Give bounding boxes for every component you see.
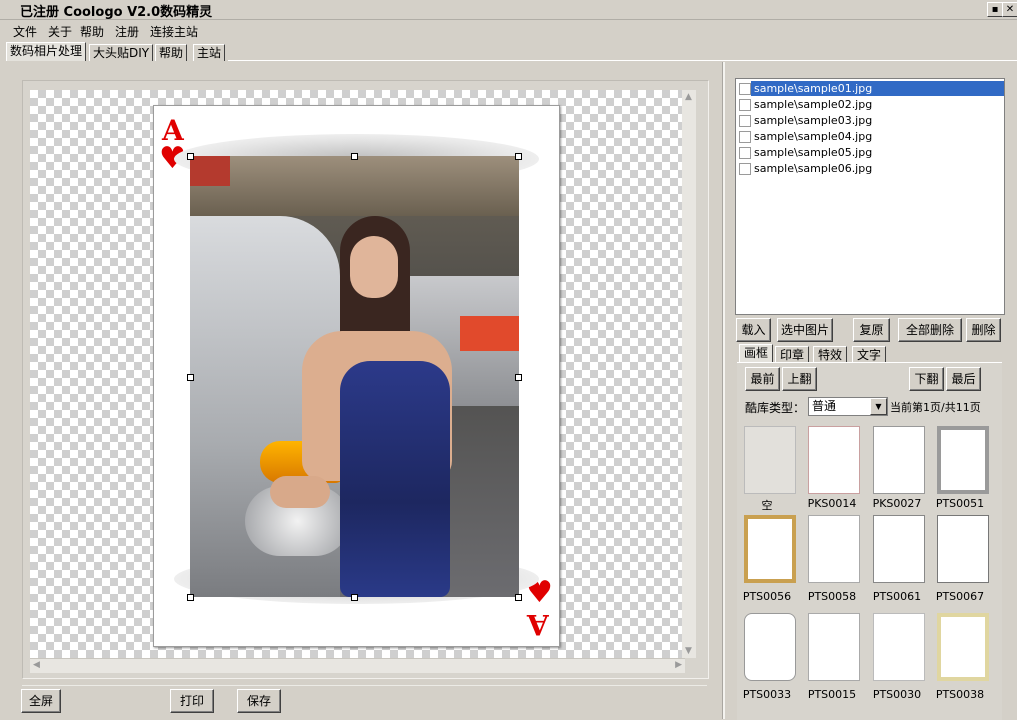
thumbnail-label: PTS0067 xyxy=(935,590,985,603)
title-bar: 已注册 Coologo V2.0数码精灵 ▪ ✕ xyxy=(0,0,1017,20)
photo-image[interactable] xyxy=(190,156,519,597)
file-name: sample\sample02.jpg xyxy=(754,98,873,111)
window-title: 已注册 Coologo V2.0数码精灵 xyxy=(20,5,213,20)
print-button[interactable]: 打印 xyxy=(170,689,214,713)
tab-stamp[interactable]: 印章 xyxy=(775,346,810,363)
resize-handle[interactable] xyxy=(351,153,358,160)
frame-thumbnail[interactable] xyxy=(808,426,860,494)
list-item[interactable]: sample\sample03.jpg xyxy=(736,113,1002,128)
frame-thumbnail[interactable] xyxy=(808,613,860,681)
checkbox[interactable] xyxy=(739,147,751,159)
delete-button[interactable]: 删除 xyxy=(966,318,1001,342)
list-item[interactable]: sample\sample04.jpg xyxy=(736,129,1002,144)
prev-page-button[interactable]: 上翻 xyxy=(782,367,817,391)
tab-main-site[interactable]: 主站 xyxy=(193,44,226,61)
tab-help[interactable]: 帮助 xyxy=(155,44,188,61)
file-name: sample\sample05.jpg xyxy=(754,146,873,159)
thumbnail-label: 空 xyxy=(761,499,773,512)
resize-handle[interactable] xyxy=(515,374,522,381)
frame-thumbnail[interactable] xyxy=(873,515,925,583)
vertical-scrollbar[interactable]: ▲ ▼ xyxy=(682,90,696,658)
next-page-button[interactable]: 下翻 xyxy=(909,367,944,391)
fullscreen-button[interactable]: 全屏 xyxy=(21,689,61,713)
frame-thumbnail[interactable] xyxy=(873,613,925,681)
delete-all-button[interactable]: 全部删除 xyxy=(898,318,962,342)
resize-handle[interactable] xyxy=(515,153,522,160)
thumbnail-label: PTS0038 xyxy=(935,688,985,701)
resize-handle[interactable] xyxy=(187,153,194,160)
menu-connect-site[interactable]: 连接主站 xyxy=(150,23,198,40)
frame-thumbnail[interactable] xyxy=(937,613,989,681)
resize-handle[interactable] xyxy=(515,594,522,601)
list-item[interactable]: sample\sample06.jpg xyxy=(736,161,1002,176)
menu-file[interactable]: 文件 xyxy=(13,23,37,40)
checkbox[interactable] xyxy=(739,99,751,111)
scroll-up-icon[interactable]: ▲ xyxy=(685,92,692,102)
menu-register[interactable]: 注册 xyxy=(115,23,139,40)
checkbox[interactable] xyxy=(739,83,751,95)
library-type-value: 普通 xyxy=(812,399,837,413)
file-name: sample\sample06.jpg xyxy=(754,162,873,175)
load-button[interactable]: 载入 xyxy=(736,318,771,342)
panel-splitter[interactable] xyxy=(722,62,725,719)
thumbnail-label: PTS0061 xyxy=(872,590,922,603)
list-item[interactable]: sample\sample01.jpg xyxy=(736,81,1004,96)
restore-icon[interactable]: ▪ xyxy=(987,2,1003,17)
frame-thumbnail[interactable] xyxy=(873,426,925,494)
scroll-left-icon[interactable]: ◀ xyxy=(33,660,40,670)
menu-about[interactable]: 关于 xyxy=(48,23,72,40)
bottom-toolbar xyxy=(22,685,707,716)
thumbnail-label: PKS0014 xyxy=(807,497,857,510)
file-name: sample\sample01.jpg xyxy=(751,81,1004,96)
tab-divider xyxy=(228,60,1017,61)
tab-effects[interactable]: 特效 xyxy=(813,346,848,363)
save-button[interactable]: 保存 xyxy=(237,689,281,713)
card-rank-bottom: A xyxy=(527,608,549,641)
tab-photo-processing[interactable]: 数码相片处理 xyxy=(6,42,87,61)
checkbox[interactable] xyxy=(739,131,751,143)
frame-thumbnail[interactable] xyxy=(937,515,989,583)
scroll-down-icon[interactable]: ▼ xyxy=(685,646,692,656)
list-item[interactable]: sample\sample05.jpg xyxy=(736,145,1002,160)
scroll-right-icon[interactable]: ▶ xyxy=(675,660,682,670)
file-list[interactable]: sample\sample01.jpg sample\sample02.jpg … xyxy=(735,78,1005,315)
file-name: sample\sample04.jpg xyxy=(754,130,873,143)
menu-bar: 文件 关于 帮助 注册 连接主站 xyxy=(0,20,1017,40)
frame-thumbnail[interactable] xyxy=(744,613,796,681)
menu-help[interactable]: 帮助 xyxy=(80,23,104,40)
horizontal-scrollbar[interactable]: ◀ ▶ xyxy=(30,658,685,673)
frame-thumbnail[interactable] xyxy=(744,426,796,494)
resize-handle[interactable] xyxy=(351,594,358,601)
frame-thumbnail[interactable] xyxy=(808,515,860,583)
thumbnail-label: PTS0058 xyxy=(807,590,857,603)
thumbnail-label: PTS0056 xyxy=(742,590,792,603)
list-item[interactable]: sample\sample02.jpg xyxy=(736,97,1002,112)
tab-sticker-diy[interactable]: 大头贴DIY xyxy=(89,44,154,61)
thumbnail-label: PTS0030 xyxy=(872,688,922,701)
close-icon[interactable]: ✕ xyxy=(1002,2,1017,17)
checkbox[interactable] xyxy=(739,115,751,127)
first-page-button[interactable]: 最前 xyxy=(745,367,780,391)
checkbox[interactable] xyxy=(739,163,751,175)
restore-button[interactable]: 复原 xyxy=(853,318,890,342)
frame-thumbnail[interactable] xyxy=(744,515,796,583)
library-type-label: 酷库类型： xyxy=(745,401,806,415)
tab-frame[interactable]: 画框 xyxy=(739,344,774,363)
thumbnail-label: PTS0051 xyxy=(935,497,985,510)
file-name: sample\sample03.jpg xyxy=(754,114,873,127)
resize-handle[interactable] xyxy=(187,374,194,381)
thumbnail-label: PTS0033 xyxy=(742,688,792,701)
chevron-down-icon[interactable]: ▼ xyxy=(870,398,887,415)
tab-text[interactable]: 文字 xyxy=(852,346,887,363)
thumbnail-label: PKS0027 xyxy=(872,497,922,510)
frame-thumbnail[interactable] xyxy=(937,426,989,494)
last-page-button[interactable]: 最后 xyxy=(946,367,981,391)
select-image-button[interactable]: 选中图片 xyxy=(777,318,833,342)
page-info: 当前第1页/共11页 xyxy=(890,401,981,414)
resize-handle[interactable] xyxy=(187,594,194,601)
thumbnail-label: PTS0015 xyxy=(807,688,857,701)
library-type-select[interactable]: 普通 ▼ xyxy=(808,397,888,416)
